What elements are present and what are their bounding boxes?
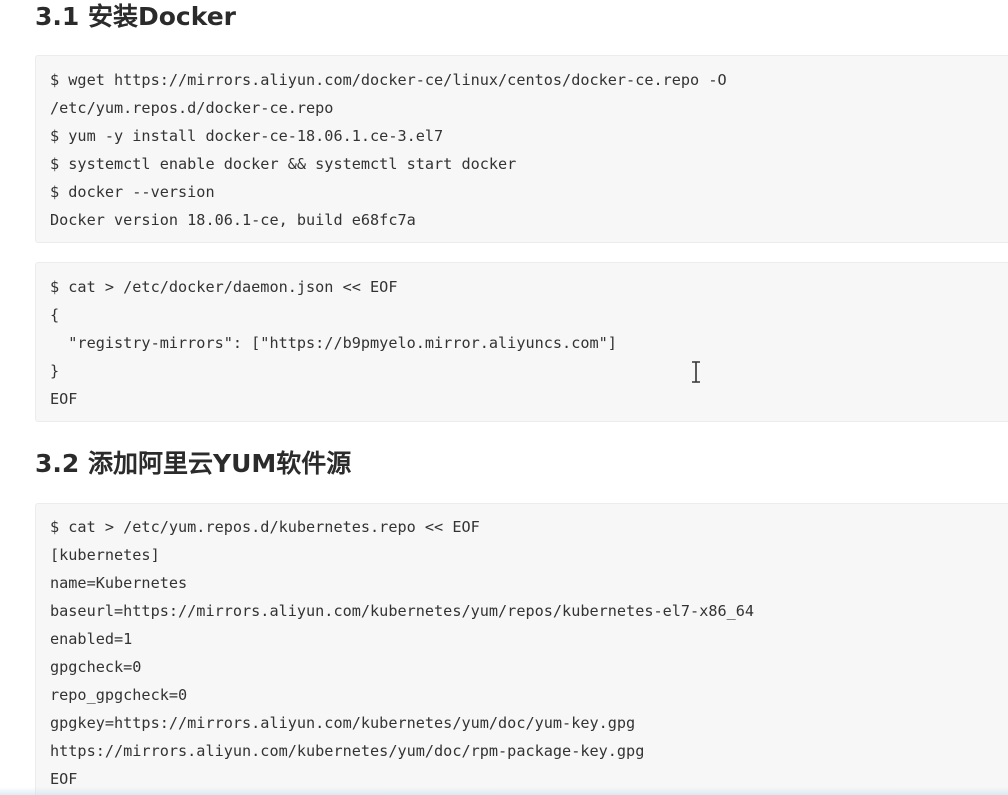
- code-block-kubernetes-repo: $ cat > /etc/yum.repos.d/kubernetes.repo…: [35, 503, 1008, 795]
- code-line: repo_gpgcheck=0: [50, 686, 188, 704]
- code-line: gpgcheck=0: [50, 658, 142, 676]
- code-line: $ systemctl enable docker && systemctl s…: [50, 155, 517, 173]
- code-line: gpgkey=https://mirrors.aliyun.com/kubern…: [50, 714, 636, 732]
- code-line: /etc/yum.repos.d/docker-ce.repo: [50, 99, 334, 117]
- code-line: $ cat > /etc/yum.repos.d/kubernetes.repo…: [50, 518, 480, 536]
- code-line: enabled=1: [50, 630, 133, 648]
- code-block-install-docker: $ wget https://mirrors.aliyun.com/docker…: [35, 55, 1008, 243]
- code-line: $ wget https://mirrors.aliyun.com/docker…: [50, 71, 727, 89]
- code-line: https://mirrors.aliyun.com/kubernetes/yu…: [50, 742, 645, 760]
- code-line: $ docker --version: [50, 183, 215, 201]
- text-cursor-icon: [692, 361, 700, 383]
- bottom-overlay: [0, 787, 1008, 795]
- code-line: {: [50, 306, 60, 324]
- code-line: $ yum -y install docker-ce-18.06.1.ce-3.…: [50, 127, 444, 145]
- code-line: Docker version 18.06.1-ce, build e68fc7a: [50, 211, 416, 229]
- code-line: baseurl=https://mirrors.aliyun.com/kuber…: [50, 602, 755, 620]
- code-line: EOF: [50, 390, 78, 408]
- code-line: name=Kubernetes: [50, 574, 188, 592]
- code-block-docker-daemon-config: $ cat > /etc/docker/daemon.json << EOF{ …: [35, 262, 1008, 422]
- section-heading-add-aliyun-yum-source: 3.2 添加阿里云YUM软件源: [35, 449, 352, 478]
- code-line: $ cat > /etc/docker/daemon.json << EOF: [50, 278, 398, 296]
- code-line: "registry-mirrors": ["https://b9pmyelo.m…: [50, 334, 617, 352]
- section-heading-install-docker: 3.1 安装Docker: [35, 2, 236, 31]
- code-line: [kubernetes]: [50, 546, 160, 564]
- code-line: }: [50, 362, 60, 380]
